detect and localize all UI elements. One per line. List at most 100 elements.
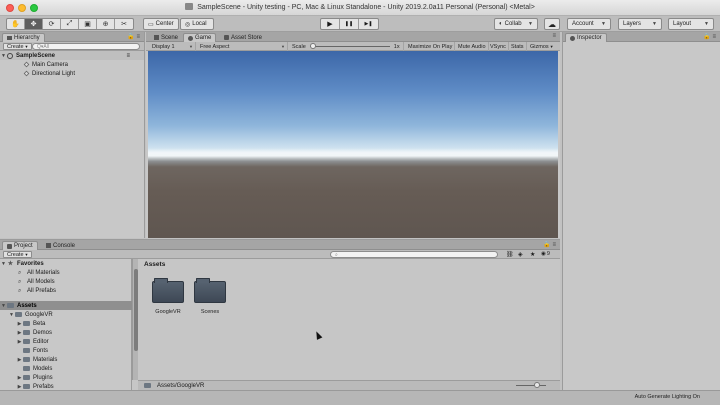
folder-icon <box>194 278 226 303</box>
play-controls: ▶ ❚❚ ▶❚ <box>320 18 379 30</box>
cloud-button[interactable]: ☁ <box>544 18 560 30</box>
collapse-arrow-icon[interactable]: ▶ <box>16 339 23 345</box>
tree-folder-item[interactable]: ▶ Beta <box>0 319 132 328</box>
expand-arrow-icon[interactable]: ▼ <box>0 261 7 267</box>
tree-folder-item[interactable]: Fonts <box>0 346 132 355</box>
step-button[interactable]: ▶❚ <box>359 19 378 29</box>
chevron-down-icon: ▼ <box>24 252 29 257</box>
asset-folder-item[interactable]: GoogleVR <box>150 278 186 321</box>
star-icon: ★ <box>7 261 14 267</box>
play-button[interactable]: ▶ <box>321 19 340 29</box>
scene-options-icon[interactable]: ≡ <box>126 53 130 59</box>
favorite-item[interactable]: ⌕ All Models <box>0 277 132 286</box>
collapse-arrow-icon[interactable]: ▶ <box>16 330 23 336</box>
pivot-toggle-button[interactable]: ▭ Center <box>143 18 179 30</box>
collapse-arrow-icon[interactable]: ▶ <box>16 375 23 381</box>
folder-icon <box>23 357 30 362</box>
expand-arrow-icon[interactable]: ▼ <box>0 53 7 59</box>
hierarchy-search-input[interactable]: Q▾All <box>32 43 140 50</box>
tree-folder-item[interactable]: Models <box>0 364 132 373</box>
panel-options-icon[interactable]: 🔒 ≡ <box>543 241 556 248</box>
hierarchy-create-button[interactable]: Create ▼ <box>3 43 33 50</box>
scene-name: SampleScene <box>16 52 56 59</box>
collab-dropdown[interactable]: ◐ Collab ▼ <box>494 18 538 30</box>
folder-icon <box>7 303 14 308</box>
icon-size-slider[interactable] <box>516 385 546 386</box>
panel-options-icon[interactable]: 🔒 ≡ <box>127 33 140 40</box>
custom-tool-icon[interactable]: ✂ <box>115 19 133 29</box>
mute-audio-toggle[interactable]: Mute Audio <box>456 42 489 51</box>
tree-folder-item[interactable]: ▶ Editor <box>0 337 132 346</box>
layers-dropdown[interactable]: Layers ▼ <box>618 18 662 30</box>
scale-slider-track[interactable] <box>309 43 390 49</box>
gizmos-dropdown[interactable]: Gizmos ▼ <box>528 42 556 51</box>
gameobject-icon <box>23 70 30 77</box>
tab-hierarchy[interactable]: Hierarchy <box>2 33 45 42</box>
pivot-icon: ▭ <box>148 21 154 28</box>
game-viewport[interactable] <box>148 51 558 238</box>
aspect-dropdown[interactable]: Free Aspect ▼ <box>198 42 288 51</box>
expand-arrow-icon[interactable]: ▼ <box>0 303 7 309</box>
rect-tool-icon[interactable]: ▣ <box>79 19 97 29</box>
scale-slider[interactable]: Scale 1x <box>290 42 404 51</box>
inspector-panel: Inspector 🔒 ≡ <box>562 32 720 390</box>
display-dropdown[interactable]: Display 1 ▼ <box>150 42 196 51</box>
maximize-on-play-toggle[interactable]: Maximize On Play <box>406 42 456 51</box>
hidden-packages-button[interactable]: ◉ 9 <box>541 251 550 257</box>
gameobject-icon <box>23 61 30 68</box>
favorite-item[interactable]: ⌕ All Materials <box>0 268 132 277</box>
hierarchy-scene-row[interactable]: ▼ SampleScene ≡ <box>0 51 144 60</box>
project-create-button[interactable]: Create ▼ <box>3 251 33 258</box>
hierarchy-panel: Hierarchy 🔒 ≡ Create ▼ Q▾All ▼ SampleScen… <box>0 32 145 238</box>
tab-project[interactable]: Project <box>2 241 38 250</box>
transform-tool-icon[interactable]: ⊕ <box>97 19 115 29</box>
main-toolbar: ✋ ✥ ⟳ ⤢ ▣ ⊕ ✂ ▭ Center ◎ Local ▶ ❚❚ ▶❚ ◐ Co… <box>0 16 720 32</box>
panel-options-icon[interactable]: 🔒 ≡ <box>703 33 716 40</box>
folder-icon <box>23 384 30 389</box>
collapse-arrow-icon[interactable]: ▶ <box>16 321 23 327</box>
folder-googlevr[interactable]: ▼ GoogleVR <box>0 310 132 319</box>
tab-asset-store[interactable]: Asset Store <box>220 33 266 42</box>
tab-scene[interactable]: Scene <box>150 33 182 42</box>
collapse-arrow-icon[interactable]: ▶ <box>16 384 23 390</box>
folder-icon <box>23 348 30 353</box>
asset-folder-item[interactable]: Scenes <box>192 278 228 321</box>
scene-icon <box>154 35 159 40</box>
hierarchy-item[interactable]: Main Camera <box>0 60 144 69</box>
scrollbar-thumb[interactable] <box>134 269 138 351</box>
layout-dropdown[interactable]: Layout ▼ <box>668 18 714 30</box>
favorite-icon[interactable]: ★ <box>530 251 535 258</box>
account-dropdown[interactable]: Account ▼ <box>567 18 611 30</box>
tree-folder-item[interactable]: ▶ Plugins <box>0 373 132 382</box>
rotate-tool-icon[interactable]: ⟳ <box>43 19 61 29</box>
pause-button[interactable]: ❚❚ <box>340 19 359 29</box>
filter-by-type-icon[interactable]: ⛓ <box>506 251 514 258</box>
favorite-item[interactable]: ⌕ All Prefabs <box>0 286 132 295</box>
stats-toggle[interactable]: Stats <box>509 42 527 51</box>
hand-tool-icon[interactable]: ✋ <box>7 19 25 29</box>
favorites-header[interactable]: ▼ ★ Favorites <box>0 259 132 268</box>
space-toggle-button[interactable]: ◎ Local <box>180 18 214 30</box>
move-tool-icon[interactable]: ✥ <box>25 19 43 29</box>
hierarchy-subbar: Create ▼ Q▾All <box>0 42 144 51</box>
pause-icon: ❚❚ <box>344 21 354 27</box>
assets-root-folder[interactable]: ▼ Assets <box>0 301 132 310</box>
tab-console[interactable]: Console <box>42 241 79 250</box>
panel-options-icon[interactable]: ≡ <box>552 33 556 39</box>
tab-inspector[interactable]: Inspector <box>565 33 607 42</box>
breadcrumb[interactable]: Assets <box>144 261 165 268</box>
folder-tree-scrollbar[interactable] <box>132 259 138 380</box>
tree-folder-item[interactable]: ▶ Materials <box>0 355 132 364</box>
chevron-down-icon: ▼ <box>189 44 193 49</box>
expand-arrow-icon[interactable]: ▼ <box>8 312 15 318</box>
tab-game[interactable]: Game <box>183 33 217 42</box>
icon-size-slider-knob[interactable] <box>534 382 540 388</box>
filter-by-label-icon[interactable]: ◈ <box>518 251 523 258</box>
collapse-arrow-icon[interactable]: ▶ <box>16 357 23 363</box>
tree-folder-item[interactable]: ▶ Demos <box>0 328 132 337</box>
vsync-toggle[interactable]: VSync <box>488 42 509 51</box>
project-search-input[interactable]: ⌕ <box>330 251 498 258</box>
scale-tool-icon[interactable]: ⤢ <box>61 19 79 29</box>
scale-slider-knob[interactable] <box>309 43 316 49</box>
hierarchy-item[interactable]: Directional Light <box>0 69 144 78</box>
